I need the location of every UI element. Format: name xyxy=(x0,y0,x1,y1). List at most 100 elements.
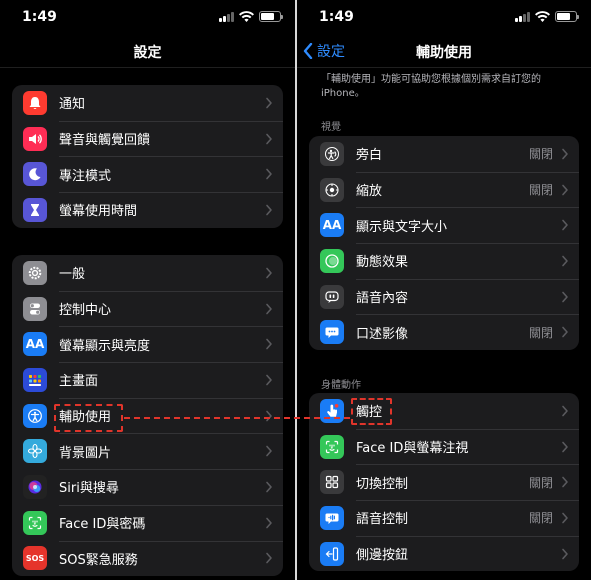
settings-item-home-screen[interactable]: 主畫面 xyxy=(12,362,283,398)
chevron-right-icon xyxy=(562,326,568,338)
row-label: 螢幕顯示與亮度 xyxy=(59,338,151,354)
row-label: SOS緊急服務 xyxy=(59,552,138,568)
status-time: 1:49 xyxy=(319,9,354,25)
chevron-right-icon xyxy=(266,338,272,350)
chevron-right-icon xyxy=(266,204,272,216)
row-label: Face ID與密碼 xyxy=(59,517,146,533)
accessibility-item-voiceover[interactable]: 旁白 關閉 xyxy=(309,136,579,172)
accessibility-item-speech-bubble[interactable]: 語音內容 xyxy=(309,278,579,315)
highlight-accessibility xyxy=(54,404,123,432)
settings-item-switches[interactable]: 控制中心 xyxy=(12,290,283,327)
chevron-right-icon xyxy=(266,481,272,493)
chevron-right-icon xyxy=(266,133,272,144)
row-value: 關閉 xyxy=(528,183,553,198)
page-title: 輔助使用 xyxy=(416,45,472,61)
settings-item-sos[interactable]: SOS SOS緊急服務 xyxy=(12,540,283,577)
settings-item-speaker[interactable]: 聲音與觸覺回饋 xyxy=(12,120,283,157)
chevron-right-icon xyxy=(562,291,568,302)
settings-item-text-size[interactable]: AA 螢幕顯示與亮度 xyxy=(12,326,283,362)
row-label: 語音控制 xyxy=(356,512,409,528)
voiceover-icon xyxy=(320,141,344,166)
row-label: 側邊按鈕 xyxy=(356,548,409,564)
settings-item-accessibility[interactable]: 輔助使用 xyxy=(12,397,283,434)
chevron-right-icon xyxy=(562,255,568,267)
accessibility-item-zoom[interactable]: 縮放 關閉 xyxy=(309,171,579,208)
battery-icon xyxy=(555,11,579,22)
accessibility-item-audio-description[interactable]: 口述影像 關閉 xyxy=(309,314,579,350)
settings-group-2: 一般控制中心 AA 螢幕顯示與亮度 主畫面 輔助使用背景圖片 Siri與搜尋 Face ID… xyxy=(12,255,283,577)
moon-icon xyxy=(23,162,47,187)
physical-group: 觸控 Face ID與螢幕注視 切換控制 關閉 語音控制 關閉 側邊按鈕 xyxy=(309,393,579,572)
settings-item-bell[interactable]: 通知 xyxy=(12,85,283,121)
accessibility-item-switch-control[interactable]: 切換控制 關閉 xyxy=(309,464,579,500)
gear-icon xyxy=(23,260,47,285)
chevron-right-icon xyxy=(266,517,272,528)
status-bar: 1:49 xyxy=(297,0,591,34)
zoom-icon xyxy=(320,177,344,202)
settings-item-flower[interactable]: 背景圖片 xyxy=(12,433,283,469)
accessibility-item-text-size[interactable]: AA 顯示與文字大小 xyxy=(309,207,579,243)
settings-item-gear[interactable]: 一般 xyxy=(12,255,283,291)
chevron-right-icon xyxy=(266,553,272,564)
voice-control-icon xyxy=(320,505,344,530)
row-label: 顯示與文字大小 xyxy=(356,219,448,235)
chevron-right-icon xyxy=(266,445,272,457)
chevron-right-icon xyxy=(562,219,568,231)
accessibility-item-voice-control[interactable]: 語音控制 關閉 xyxy=(309,500,579,536)
home-screen-icon xyxy=(23,367,47,392)
cellular-signal-icon xyxy=(219,11,234,22)
row-label: 通知 xyxy=(59,97,86,113)
row-label: 動態效果 xyxy=(356,255,409,271)
row-label: 切換控制 xyxy=(356,476,409,492)
row-label: 縮放 xyxy=(356,184,383,200)
battery-icon xyxy=(259,11,283,22)
chevron-right-icon xyxy=(562,184,568,195)
row-label: 螢幕使用時間 xyxy=(59,204,138,220)
settings-item-moon[interactable]: 專注模式 xyxy=(12,156,283,192)
chevron-right-icon xyxy=(562,148,568,160)
chevron-right-icon xyxy=(266,267,272,279)
row-label: 一般 xyxy=(59,267,86,283)
row-value: 關閉 xyxy=(528,475,553,490)
row-label: 口述影像 xyxy=(356,326,409,342)
page-title: 設定 xyxy=(133,45,162,61)
accessibility-item-touch[interactable]: 觸控 xyxy=(309,393,579,429)
highlight-touch xyxy=(351,398,392,425)
switch-control-icon xyxy=(320,470,344,495)
chevron-right-icon xyxy=(266,410,272,421)
flower-icon xyxy=(23,439,47,464)
settings-item-siri[interactable]: Siri與搜尋 xyxy=(12,469,283,505)
touch-icon xyxy=(320,398,344,423)
face-id-icon xyxy=(320,434,344,459)
settings-group-1: 通知聲音與觸覺回饋 專注模式螢幕使用時間 xyxy=(12,85,283,228)
accessibility-screen: 1:49 設定 輔助使用 「輔助使用」功能可協助您根據個別需求自訂您的iPhon… xyxy=(297,0,591,580)
audio-description-icon xyxy=(320,320,344,345)
status-time: 1:49 xyxy=(22,9,57,25)
row-label: 專注模式 xyxy=(59,168,112,184)
row-value: 關閉 xyxy=(528,511,553,526)
chevron-right-icon xyxy=(562,512,568,524)
cellular-signal-icon xyxy=(515,11,530,22)
accessibility-item-side-button[interactable]: 側邊按鈕 xyxy=(309,535,579,572)
settings-item-hourglass[interactable]: 螢幕使用時間 xyxy=(12,192,283,228)
settings-item-face-id[interactable]: Face ID與密碼 xyxy=(12,504,283,541)
switches-icon xyxy=(23,296,47,321)
text-size-icon: AA xyxy=(320,213,344,238)
chevron-right-icon xyxy=(562,548,568,559)
row-label: Siri與搜尋 xyxy=(59,481,119,497)
row-label: 背景圖片 xyxy=(59,445,112,461)
accessibility-item-face-id[interactable]: Face ID與螢幕注視 xyxy=(309,428,579,465)
chevron-right-icon xyxy=(266,97,272,109)
row-label: 聲音與觸覺回饋 xyxy=(59,133,151,149)
row-label: Face ID與螢幕注視 xyxy=(356,441,469,457)
vision-group: 旁白 關閉 縮放 關閉 AA 顯示與文字大小 動態效果 語音內容 口述影像 關閉 xyxy=(309,136,579,351)
section-header-vision: 視覺 xyxy=(321,122,341,133)
wifi-icon xyxy=(239,11,254,22)
chevron-right-icon xyxy=(562,405,568,417)
chevron-right-icon xyxy=(562,476,568,488)
accessibility-item-motion[interactable]: 動態效果 xyxy=(309,243,579,279)
row-value: 關閉 xyxy=(528,147,553,162)
hourglass-icon xyxy=(23,197,47,222)
row-label: 旁白 xyxy=(356,148,383,164)
siri-icon xyxy=(23,474,47,499)
